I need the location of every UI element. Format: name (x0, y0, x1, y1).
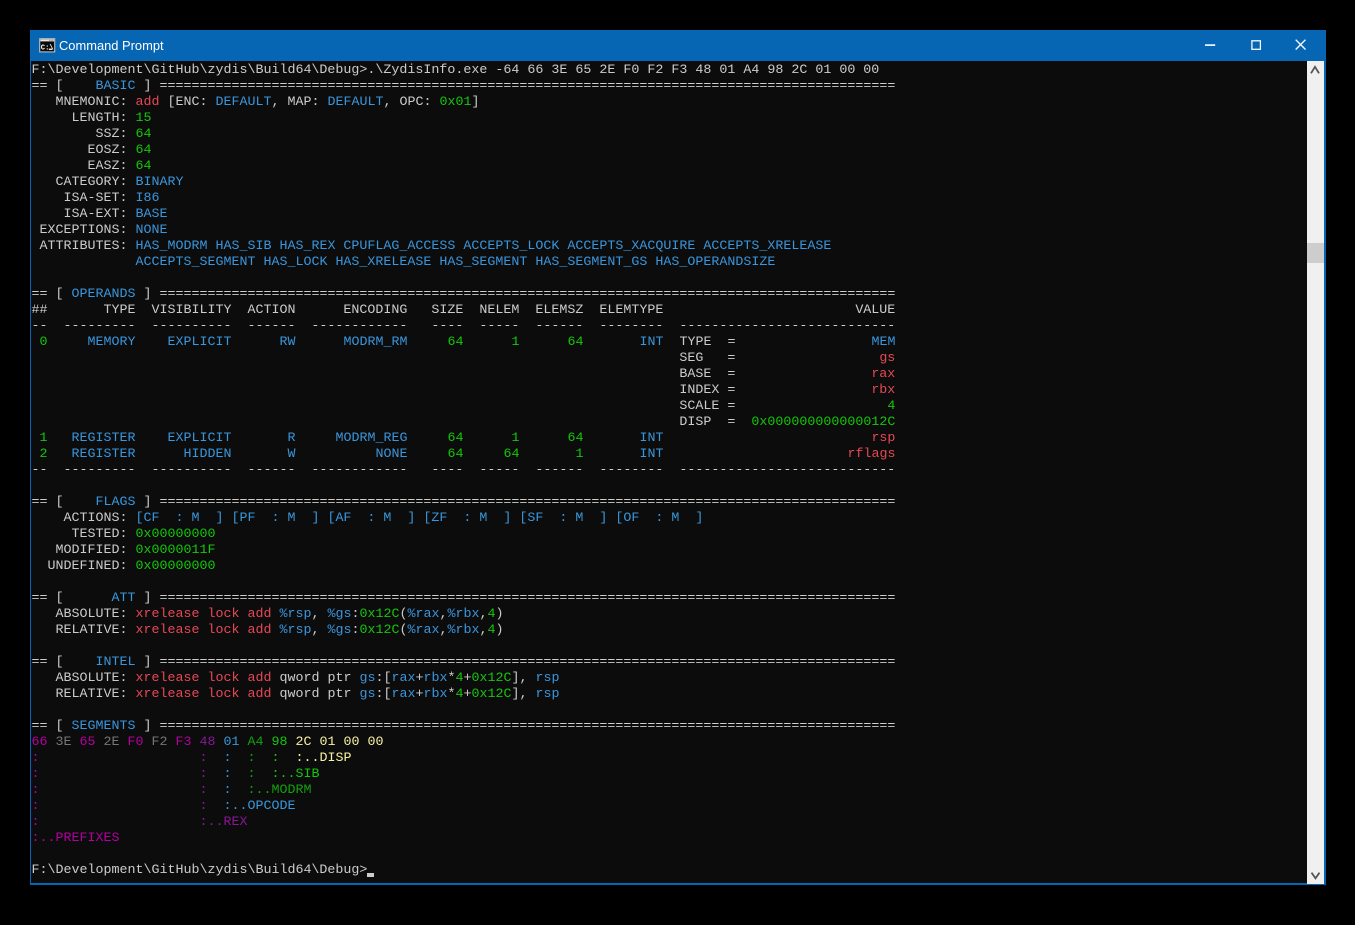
svg-text:C:\: C:\ (41, 44, 54, 52)
